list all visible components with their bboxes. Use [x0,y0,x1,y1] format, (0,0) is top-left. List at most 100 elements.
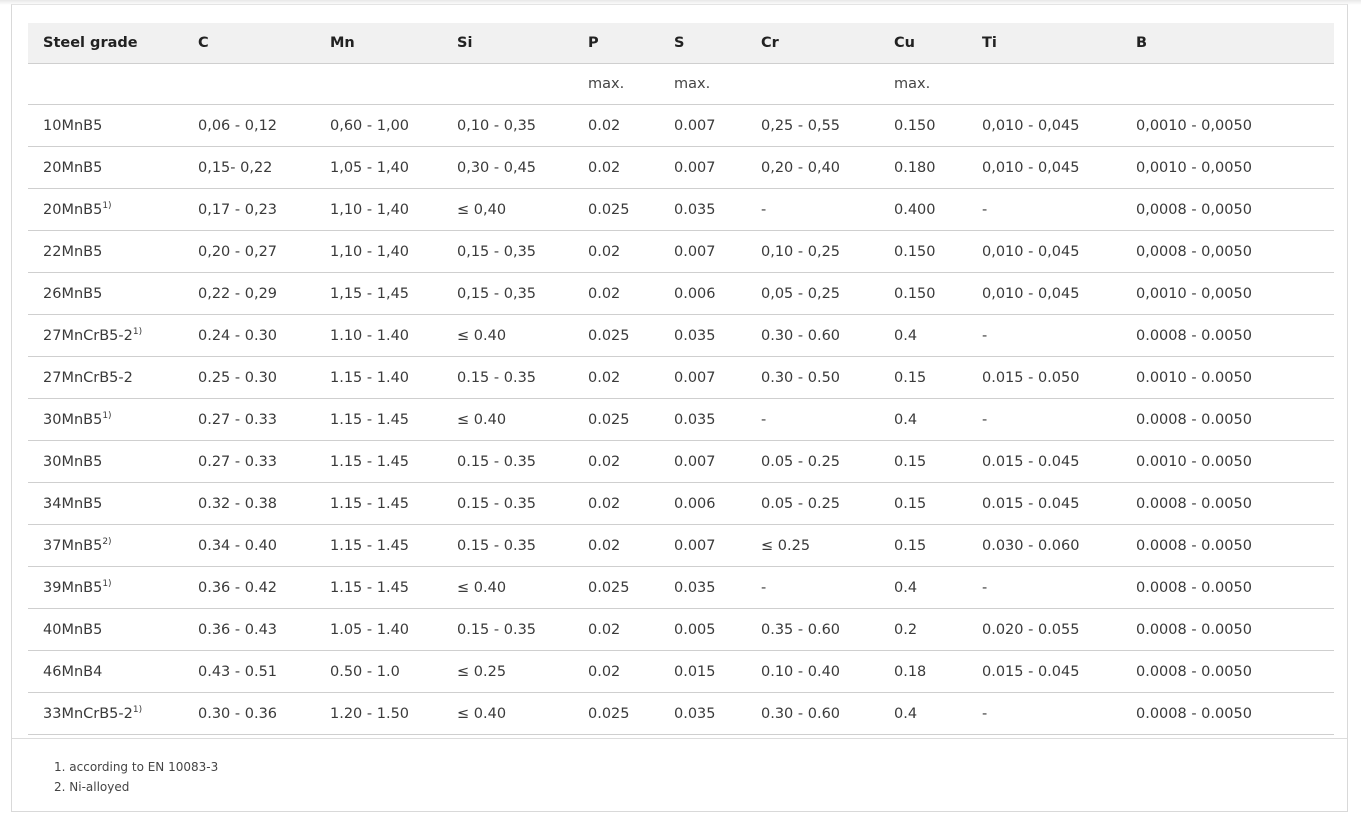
composition-cell: 0.30 - 0.36 [183,692,315,735]
steel-grade-name: 46MnB4 [43,664,103,680]
steel-grade-cell: 30MnB5 [28,440,183,483]
composition-cell: 0.015 - 0.045 [967,440,1121,483]
header-b: B [1121,23,1334,64]
table-row: 27MnCrB5-21) 0.24 - 0.30 1.10 - 1.40 ≤ 0.40… [28,314,1334,357]
table-row: 22MnB5 0,20 - 0,27 1,10 - 1,40 0,15 - 0,35 0… [28,230,1334,273]
composition-cell: 0.15 [879,524,967,567]
composition-cell: 0.035 [659,314,746,357]
header-ti: Ti [967,23,1121,64]
composition-cell: 0.150 [879,272,967,315]
steel-grade-name: 27MnCrB5-2 [43,370,133,386]
composition-cell: 0.007 [659,524,746,567]
steel-grade-cell: 37MnB52) [28,524,183,567]
composition-cell: ≤ 0.25 [746,524,879,567]
composition-cell: 0.025 [573,398,659,441]
composition-cell: - [746,398,879,441]
composition-cell: 0.02 [573,272,659,315]
composition-cell: 0,17 - 0,23 [183,188,315,231]
composition-cell: 0,15- 0,22 [183,146,315,189]
steel-grade-name: 30MnB5 [43,412,103,428]
composition-cell: - [746,566,879,609]
composition-cell: 0,0008 - 0,0050 [1121,230,1334,273]
composition-cell: 0.0008 - 0.0050 [1121,566,1334,609]
steel-grade-name: 40MnB5 [43,622,103,638]
header-cr: Cr [746,23,879,64]
unit-cell: max. [659,63,746,105]
table-row: 33MnCrB5-21) 0.30 - 0.36 1.20 - 1.50 ≤ 0.40… [28,692,1334,735]
composition-cell: 0.007 [659,230,746,273]
composition-cell: 1,10 - 1,40 [315,230,442,273]
steel-grade-name: 10MnB5 [43,118,103,134]
composition-cell: 0,20 - 0,40 [746,146,879,189]
composition-cell: 0,15 - 0,35 [442,230,573,273]
composition-cell: 0.0008 - 0.0050 [1121,524,1334,567]
composition-cell: 0.180 [879,146,967,189]
composition-cell: 0,0010 - 0,0050 [1121,104,1334,147]
table-row: 46MnB4 0.43 - 0.51 0.50 - 1.0 ≤ 0.25 0.02 0.0… [28,650,1334,693]
composition-cell: 0.0008 - 0.0050 [1121,608,1334,651]
steel-grade-cell: 20MnB51) [28,188,183,231]
header-p: P [573,23,659,64]
steel-grade-name: 20MnB5 [43,160,103,176]
composition-cell: 0.0008 - 0.0050 [1121,692,1334,735]
composition-cell: ≤ 0,40 [442,188,573,231]
composition-cell: 0,010 - 0,045 [967,104,1121,147]
composition-cell: 0.02 [573,146,659,189]
composition-cell: 1.15 - 1.45 [315,566,442,609]
composition-cell: 1.10 - 1.40 [315,314,442,357]
steel-grade-cell: 40MnB5 [28,608,183,651]
steel-grade-cell: 27MnCrB5-21) [28,314,183,357]
composition-cell: 0,0010 - 0,0050 [1121,272,1334,315]
steel-grade-cell: 34MnB5 [28,482,183,525]
composition-cell: ≤ 0.40 [442,398,573,441]
header-cu: Cu [879,23,967,64]
composition-cell: 0.035 [659,188,746,231]
composition-cell: ≤ 0.25 [442,650,573,693]
footnotes: 1. according to EN 10083-3 2. Ni-alloyed [54,757,218,797]
composition-cell: 0.007 [659,356,746,399]
composition-cell: 0.0010 - 0.0050 [1121,356,1334,399]
composition-cell: 1.05 - 1.40 [315,608,442,651]
composition-cell: 0.35 - 0.60 [746,608,879,651]
composition-cell: 1.15 - 1.40 [315,356,442,399]
steel-grade-name: 20MnB5 [43,202,103,218]
composition-cell: 0.02 [573,356,659,399]
unit-cell [1121,63,1334,105]
composition-cell: 0.025 [573,188,659,231]
composition-cell: 1.15 - 1.45 [315,482,442,525]
unit-cell [28,63,183,105]
header-si: Si [442,23,573,64]
composition-cell: 0,0010 - 0,0050 [1121,146,1334,189]
composition-cell: 0,30 - 0,45 [442,146,573,189]
composition-cell: 0.020 - 0.055 [967,608,1121,651]
footnote-marker: 1) [102,579,112,589]
composition-cell: 1,10 - 1,40 [315,188,442,231]
composition-cell: 0,15 - 0,35 [442,272,573,315]
composition-cell: - [746,188,879,231]
footnote-marker: 1) [132,327,143,337]
composition-cell: 0,20 - 0,27 [183,230,315,273]
composition-cell: 0.007 [659,440,746,483]
composition-cell: 0.007 [659,146,746,189]
header-s: S [659,23,746,64]
composition-cell: 0.025 [573,314,659,357]
composition-cell: ≤ 0.40 [442,566,573,609]
composition-cell: 0.05 - 0.25 [746,440,879,483]
steel-grade-cell: 33MnCrB5-21) [28,692,183,735]
composition-cell: 0.02 [573,104,659,147]
composition-cell: 0.400 [879,188,967,231]
composition-cell: 0.36 - 0.42 [183,566,315,609]
steel-grade-cell: 10MnB5 [28,104,183,147]
composition-cell: 1.20 - 1.50 [315,692,442,735]
composition-cell: 0.15 - 0.35 [442,608,573,651]
composition-cell: 1.15 - 1.45 [315,524,442,567]
footnote-marker: 2) [102,537,112,547]
composition-cell: 0,010 - 0,045 [967,146,1121,189]
composition-cell: 0.015 - 0.045 [967,482,1121,525]
header-mn: Mn [315,23,442,64]
composition-cell: 0.150 [879,104,967,147]
composition-cell: 0.30 - 0.60 [746,314,879,357]
unit-cell [746,63,879,105]
steel-grade-cell: 39MnB51) [28,566,183,609]
steel-grade-name: 22MnB5 [43,244,103,260]
